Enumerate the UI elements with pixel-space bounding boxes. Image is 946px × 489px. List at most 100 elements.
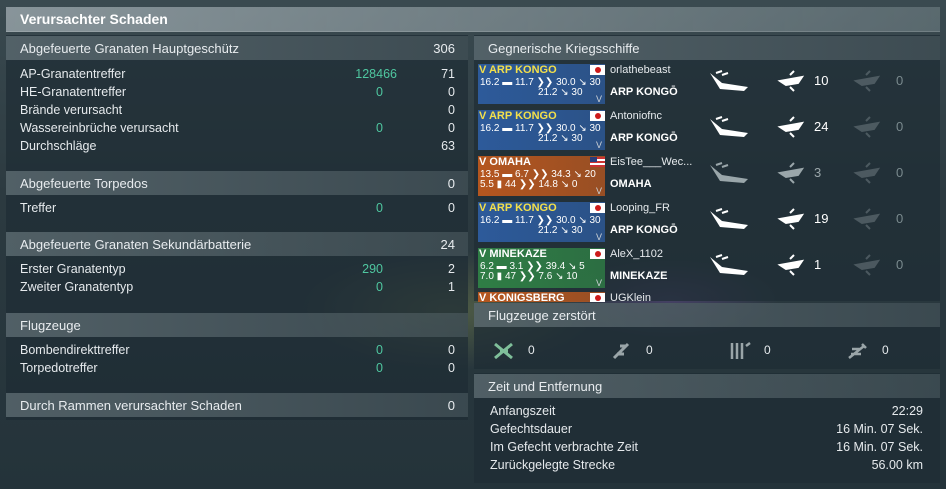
stat-value: 0 — [448, 85, 455, 99]
damage-count: 1 — [814, 257, 822, 272]
tier-chevron-icon: V — [595, 278, 602, 288]
stat-value: 0 — [448, 343, 455, 357]
damage-panel: Abgefeuerte Granaten Hauptgeschütz 306 A… — [6, 35, 468, 420]
damage-count: 10 — [814, 73, 829, 88]
torpedo-bomber-icon — [730, 342, 751, 359]
plane-stat: 0 — [728, 340, 771, 362]
plane-destroyed-icon — [852, 115, 882, 141]
ship-name: ARP KONGŌ — [610, 86, 678, 98]
enemy-ship-row[interactable]: V MINEKAZE 6.2 ▬ 3.1 ❯❯ 39.4 ↘ 5 7.0 ▮ 47 … — [478, 248, 940, 288]
ship-stats-line: 5.5 ▮ 44 ❯❯ 14.8 ↘ 0 — [480, 179, 578, 190]
secondary-count: 0 — [896, 119, 904, 134]
time-value: 16 Min. 07 Sek. — [836, 422, 923, 436]
player-name: Antoniofnc — [610, 110, 662, 122]
section-total: 24 — [440, 237, 455, 252]
ship-name: ARP KONGŌ — [610, 132, 678, 144]
nation-flag-icon — [590, 203, 605, 213]
plane-destroyed-icon — [852, 253, 882, 279]
section-title: Gegnerische Kriegsschiffe — [488, 41, 640, 56]
damage-count: 19 — [814, 211, 829, 226]
page-title: Verursachter Schaden — [20, 11, 168, 27]
plane-stat: 0 — [610, 340, 653, 362]
enemy-ship-row[interactable]: V ARP KONGO 16.2 ▬ 11.7 ❯❯ 30.0 ↘ 30 21.2 … — [478, 64, 940, 104]
stat-damage: 0 — [376, 201, 383, 215]
plane-count: 0 — [646, 343, 653, 357]
section-title: Durch Rammen verursachter Schaden — [20, 398, 242, 413]
dive-bomber-icon — [848, 343, 867, 359]
ship-destroyed-icon — [708, 115, 752, 141]
stat-label: Erster Granatentyp — [20, 262, 126, 276]
ship-class-label: V OMAHA — [479, 156, 531, 168]
title-bar: Verursachter Schaden — [6, 7, 940, 32]
plane-count: 0 — [764, 343, 771, 357]
ship-card: V KONIGSBERG — [478, 292, 605, 302]
stat-damage: 128466 — [355, 67, 397, 81]
time-row: Gefechtsdauer 16 Min. 07 Sek. — [490, 422, 923, 440]
stat-label: AP-Granatentreffer — [20, 67, 126, 81]
stat-value: 63 — [441, 139, 455, 153]
ship-destroyed-icon — [708, 69, 752, 95]
ship-stats-line: 21.2 ↘ 30 — [538, 87, 583, 98]
planes-destroyed-header: Flugzeuge zerstört — [474, 303, 940, 327]
tier-chevron-icon: V — [595, 94, 602, 104]
time-label: Gefechtsdauer — [490, 422, 572, 436]
secondary-count: 0 — [896, 165, 904, 180]
section-title: Abgefeuerte Granaten Sekundärbatterie — [20, 237, 252, 252]
stat-value: 0 — [448, 201, 455, 215]
stat-label: Durchschläge — [20, 139, 97, 153]
stat-label: Torpedotreffer — [20, 361, 98, 375]
stat-row: Wassereinbrüche verursacht 0 0 — [20, 121, 455, 139]
enemy-ship-row[interactable]: V ARP KONGO 16.2 ▬ 11.7 ❯❯ 30.0 ↘ 30 21.2 … — [478, 202, 940, 242]
stat-row: Torpedotreffer 0 0 — [20, 361, 455, 379]
stat-label: HE-Granatentreffer — [20, 85, 127, 99]
plane-destroyed-icon — [852, 161, 882, 187]
enemy-ship-row[interactable]: V KONIGSBERG UGKlein — [478, 292, 940, 302]
fighter-icon — [494, 342, 513, 360]
secondary-count: 0 — [896, 73, 904, 88]
tier-chevron-icon: V — [595, 186, 602, 196]
player-name: Looping_FR — [610, 202, 670, 214]
ramming-header: Durch Rammen verursachter Schaden 0 — [6, 393, 468, 417]
enemy-ship-row[interactable]: V OMAHA 13.5 ▬ 6.7 ❯❯ 34.3 ↘ 20 5.5 ▮ 44 ❯… — [478, 156, 940, 196]
stat-row: Zweiter Granatentyp 0 1 — [20, 280, 455, 298]
plane-spotted-icon — [776, 115, 806, 141]
time-value: 16 Min. 07 Sek. — [836, 440, 923, 454]
secondary-count: 0 — [896, 211, 904, 226]
plane-spotted-icon — [776, 207, 806, 233]
ship-class-label: V KONIGSBERG — [479, 292, 565, 302]
section-title: Zeit und Entfernung — [488, 379, 603, 394]
enemy-ship-row[interactable]: V ARP KONGO 16.2 ▬ 11.7 ❯❯ 30.0 ↘ 30 21.2 … — [478, 110, 940, 150]
bomber-icon — [612, 342, 630, 360]
planes-destroyed-panel: Flugzeuge zerstört — [474, 303, 940, 369]
stat-label: Brände verursacht — [20, 103, 123, 117]
damage-count: 24 — [814, 119, 829, 134]
plane-destroyed-icon — [852, 69, 882, 95]
stat-label: Treffer — [20, 201, 57, 215]
stat-row: Erster Granatentyp 290 2 — [20, 262, 455, 280]
player-name: UGKlein — [610, 292, 651, 302]
nation-flag-icon — [590, 111, 605, 121]
secondary-count: 0 — [896, 257, 904, 272]
ship-name: MINEKAZE — [610, 270, 668, 282]
time-value: 22:29 — [891, 404, 923, 418]
section-title: Flugzeuge zerstört — [488, 308, 596, 323]
plane-destroyed-icon — [852, 207, 882, 233]
time-label: Zurückgelegte Strecke — [490, 458, 616, 472]
secondary-header: Abgefeuerte Granaten Sekundärbatterie 24 — [6, 232, 468, 256]
time-row: Anfangszeit 22:29 — [490, 404, 923, 422]
plane-stat: 0 — [492, 340, 535, 362]
ship-class-label: V ARP KONGO — [479, 202, 557, 214]
ship-stats-line: 7.0 ▮ 47 ❯❯ 7.6 ↘ 10 — [480, 271, 578, 282]
nation-flag-icon — [590, 249, 605, 259]
time-row: Zurückgelegte Strecke 56.00 km — [490, 458, 923, 476]
stat-value: 0 — [448, 121, 455, 135]
ship-stats-line: 21.2 ↘ 30 — [538, 133, 583, 144]
player-name: orlathebeast — [610, 64, 671, 76]
time-distance-header: Zeit und Entfernung — [474, 374, 940, 398]
ship-card: V MINEKAZE 6.2 ▬ 3.1 ❯❯ 39.4 ↘ 5 7.0 ▮ 47 … — [478, 248, 605, 288]
nation-flag-icon — [590, 65, 605, 75]
stat-row: Brände verursacht 0 — [20, 103, 455, 121]
aircraft-header: Flugzeuge — [6, 313, 468, 337]
tier-chevron-icon: V — [595, 232, 602, 242]
main-battery-header: Abgefeuerte Granaten Hauptgeschütz 306 — [6, 36, 468, 60]
